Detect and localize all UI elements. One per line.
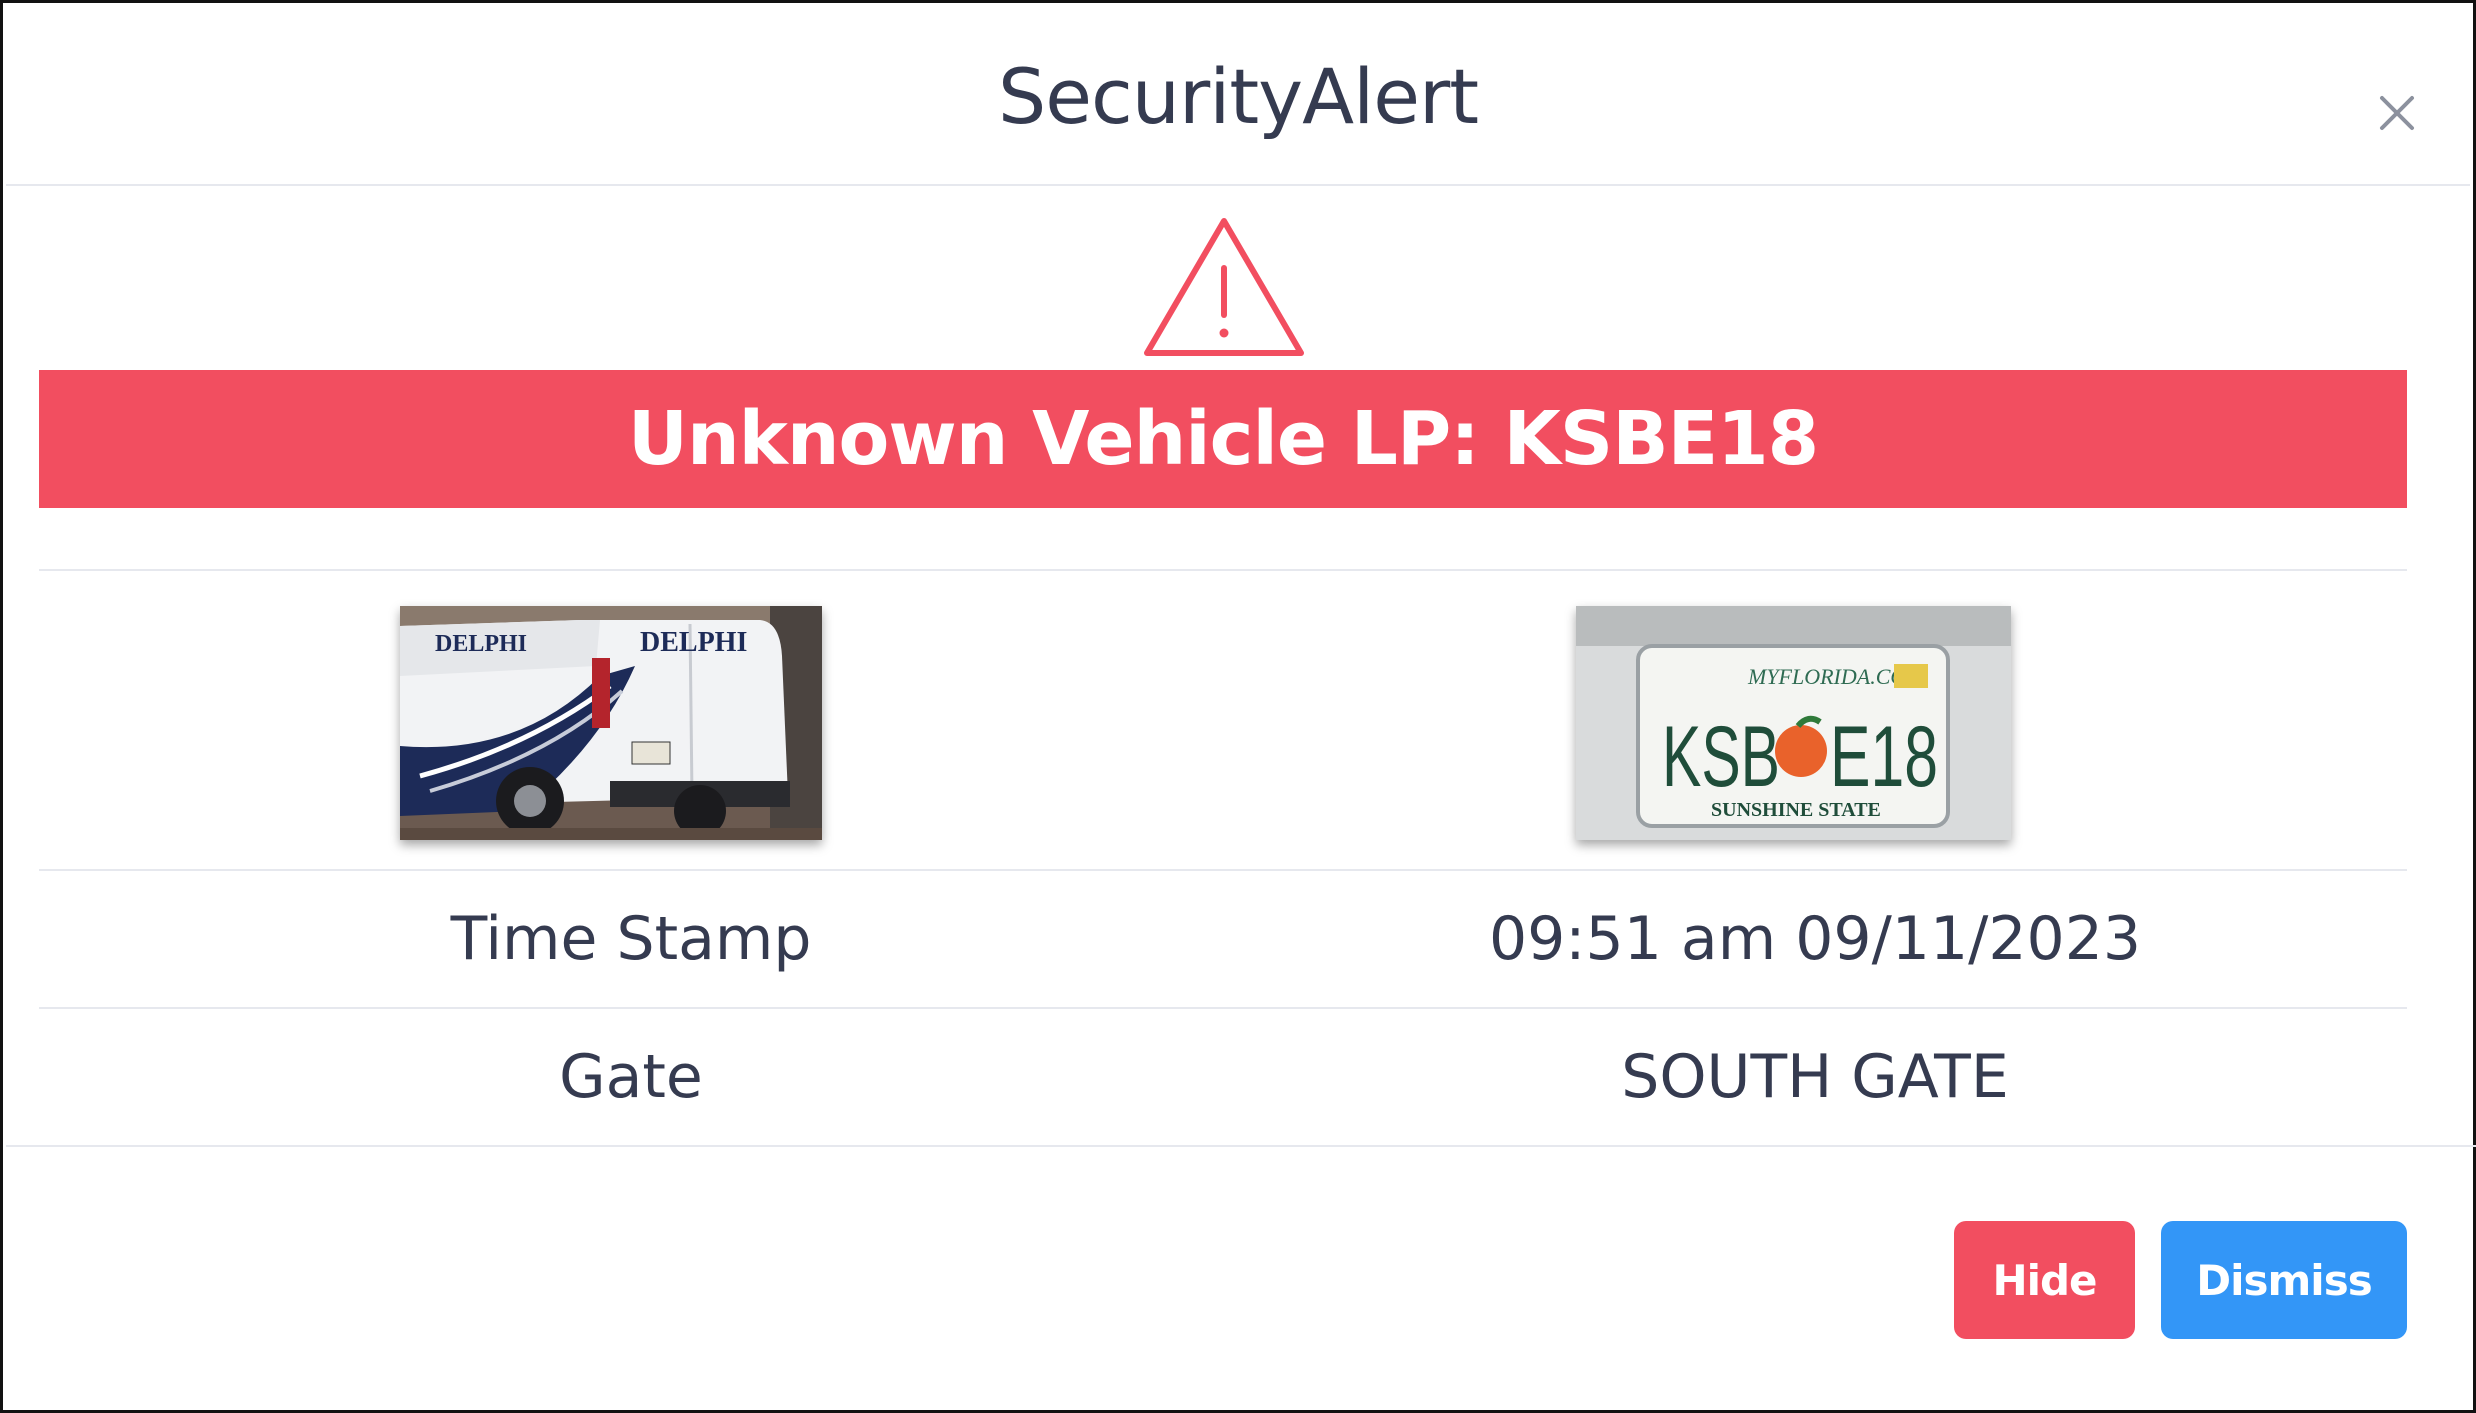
plate-left-chars: KSB — [1662, 709, 1780, 805]
warning-triangle-icon — [1144, 218, 1304, 356]
vehicle-brand-text: DELPHI — [435, 631, 527, 657]
timestamp-value: 09:51 am 09/11/2023 — [1488, 904, 2142, 974]
footer-divider — [6, 1145, 2476, 1147]
security-alert-dialog: SecurityAlert Unknown Vehicle LP: KSBE18 — [0, 0, 2476, 1413]
alert-banner-text: Unknown Vehicle LP: KSBE18 — [627, 396, 1819, 482]
dialog-header: SecurityAlert — [6, 6, 2470, 186]
hide-button[interactable]: Hide — [1954, 1221, 2135, 1339]
license-plate-photo[interactable]: MYFLORIDA.COM KSB E18 SUNSHINE STATE — [1576, 606, 2011, 840]
gate-label: Gate — [559, 1042, 703, 1112]
dialog-title: SecurityAlert — [998, 52, 1479, 141]
timestamp-label: Time Stamp — [450, 904, 812, 974]
plate-footer-text: SUNSHINE STATE — [1711, 799, 1881, 821]
divider — [39, 569, 2407, 571]
vehicle-photo[interactable]: DELPHI DELPHI — [400, 606, 822, 840]
gate-value: SOUTH GATE — [1621, 1042, 2009, 1112]
plate-right-chars: E18 — [1830, 709, 1938, 805]
close-icon[interactable] — [2372, 88, 2422, 138]
dismiss-button[interactable]: Dismiss — [2161, 1221, 2407, 1339]
vehicle-brand-text-rear: DELPHI — [640, 627, 747, 658]
alert-banner: Unknown Vehicle LP: KSBE18 — [39, 370, 2407, 508]
